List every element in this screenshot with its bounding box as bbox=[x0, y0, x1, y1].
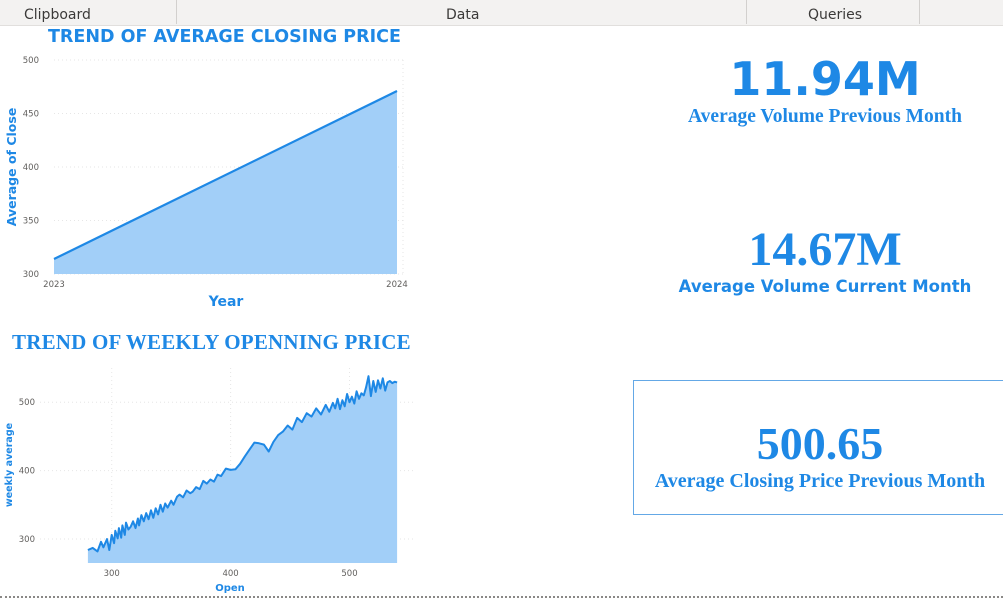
closing-price-area-chart[interactable]: 300 350 400 450 500 2023 2024 Year Average of Cl… bbox=[0, 48, 420, 318]
avg-volume-prev-month-value: 11.94M bbox=[729, 52, 921, 106]
avg-closing-price-prev-month-label: Average Closing Price Previous Month bbox=[654, 470, 986, 492]
avg-closing-price-prev-month-value: 500.65 bbox=[756, 418, 884, 469]
y-tick-label: 400 bbox=[19, 467, 35, 477]
y-tick-label: 300 bbox=[23, 270, 39, 280]
x-tick-label: 300 bbox=[104, 569, 120, 579]
x-tick-label: 2023 bbox=[43, 280, 65, 290]
ribbon-divider bbox=[919, 0, 920, 24]
y-tick-label: 400 bbox=[23, 163, 39, 173]
ribbon-divider bbox=[746, 0, 747, 24]
x-tick-label: 2024 bbox=[386, 280, 408, 290]
area-fill bbox=[87, 376, 398, 563]
x-tick-label: 400 bbox=[222, 569, 238, 579]
y-tick-label: 350 bbox=[23, 217, 39, 227]
ribbon-divider bbox=[176, 0, 177, 24]
x-axis-label: Open bbox=[215, 583, 245, 594]
y-axis-label: Average of Close bbox=[4, 108, 19, 227]
closing-price-chart-title: TREND OF AVERAGE CLOSING PRICE bbox=[48, 27, 401, 47]
avg-volume-curr-month-label: Average Volume Current Month bbox=[678, 277, 972, 296]
avg-volume-prev-month-label: Average Volume Previous Month bbox=[688, 106, 962, 127]
avg-volume-curr-month-value: 14.67M bbox=[748, 223, 902, 276]
y-axis-label: weekly average bbox=[4, 423, 15, 507]
x-tick-label: 500 bbox=[341, 569, 357, 579]
ribbon-group-data[interactable]: Data bbox=[446, 0, 479, 26]
x-axis-label: Year bbox=[208, 294, 244, 310]
y-tick-label: 300 bbox=[19, 535, 35, 545]
area-fill bbox=[54, 91, 397, 274]
y-tick-label: 500 bbox=[19, 398, 35, 408]
weekly-opening-chart-title: TREND OF WEEKLY OPENNING PRICE bbox=[12, 330, 411, 354]
avg-closing-price-card[interactable]: 500.65 Average Closing Price Previous Mo… bbox=[633, 380, 1003, 515]
canvas-bottom-border bbox=[0, 596, 1003, 598]
ribbon-group-clipboard[interactable]: Clipboard bbox=[24, 0, 91, 26]
ribbon-group-bar: Clipboard Data Queries bbox=[0, 0, 1003, 26]
y-tick-label: 500 bbox=[23, 56, 39, 66]
y-tick-label: 450 bbox=[23, 110, 39, 120]
ribbon-group-queries[interactable]: Queries bbox=[808, 0, 862, 26]
weekly-opening-area-chart[interactable]: 300 400 500 300 400 500 Open weekly average bbox=[0, 360, 420, 596]
